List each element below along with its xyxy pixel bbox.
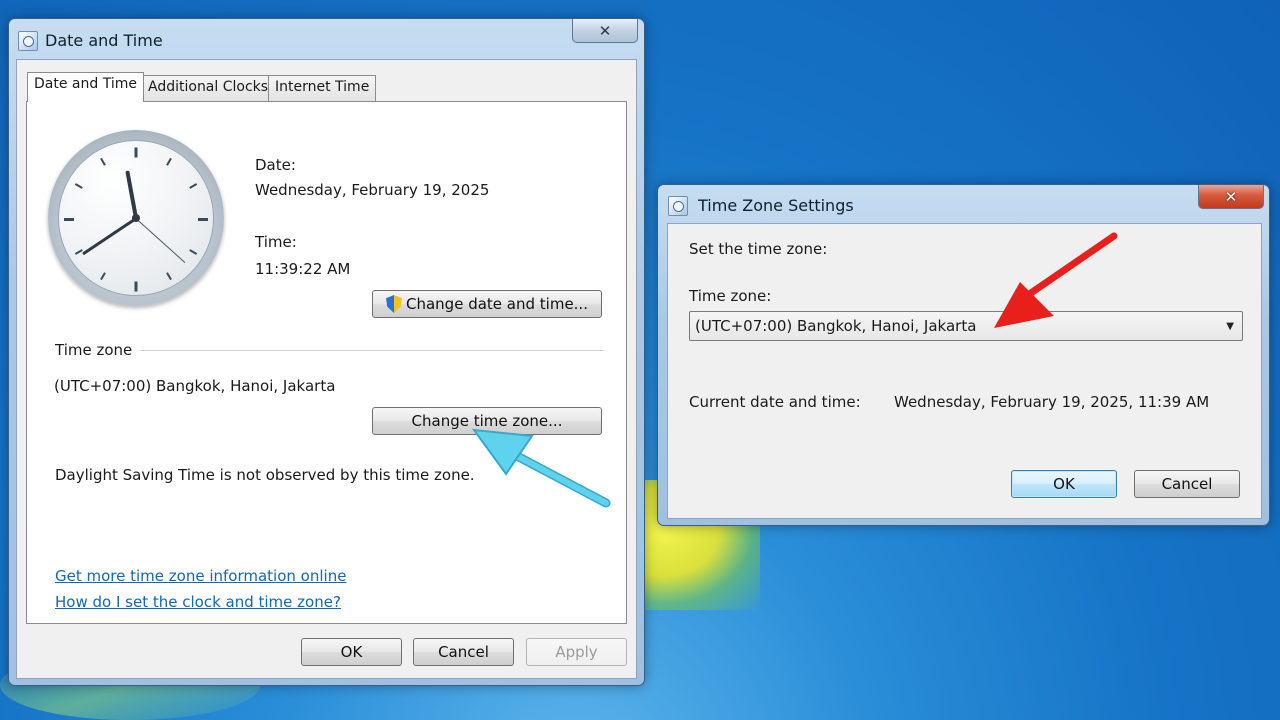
close-icon: ✕ — [1224, 187, 1238, 206]
clock-tick — [134, 147, 138, 158]
selected-time-zone: (UTC+07:00) Bangkok, Hanoi, Jakarta — [695, 317, 977, 335]
ok-button[interactable]: OK — [1011, 470, 1117, 498]
clock-face — [58, 140, 214, 296]
change-date-time-button[interactable]: Change date and time... — [372, 290, 602, 318]
tab-label: Internet Time — [275, 79, 370, 95]
clock-tick — [134, 281, 138, 292]
close-button[interactable]: ✕ — [572, 19, 638, 43]
clock-tick — [100, 157, 106, 166]
section-divider — [140, 350, 604, 351]
current-datetime-value: Wednesday, February 19, 2025, 11:39 AM — [894, 393, 1210, 411]
button-label: Change date and time... — [406, 295, 588, 313]
uac-shield-icon — [386, 295, 402, 313]
titlebar: Time Zone Settings ✕ — [658, 185, 1269, 225]
chevron-down-icon: ▼ — [1226, 321, 1234, 332]
button-label: Apply — [555, 643, 598, 661]
date-time-window: Date and Time ✕ Date and Time Additional… — [8, 18, 645, 686]
clock-tick — [166, 272, 172, 281]
clock-hub — [132, 214, 140, 222]
clock-tick — [64, 218, 74, 221]
dialog-client-area: Date and Time Additional Clocks Internet… — [16, 59, 637, 679]
dialog-client-area: Set the time zone: Time zone: (UTC+07:00… — [667, 223, 1262, 519]
current-datetime-label: Current date and time: — [689, 393, 861, 411]
ok-button[interactable]: OK — [301, 638, 402, 666]
window-title: Time Zone Settings — [698, 196, 854, 215]
timezone-info-link[interactable]: Get more time zone information online — [55, 567, 346, 585]
time-zone-label: Time zone: — [689, 287, 772, 305]
cancel-button[interactable]: Cancel — [1134, 470, 1240, 498]
button-label: Cancel — [438, 643, 489, 661]
clock-tick — [166, 157, 172, 166]
date-time-icon — [668, 196, 688, 216]
tab-date-and-time[interactable]: Date and Time — [27, 72, 144, 102]
hour-hand — [125, 170, 138, 219]
date-value: Wednesday, February 19, 2025 — [255, 181, 490, 199]
button-label: Change time zone... — [411, 412, 563, 430]
time-zone-dropdown[interactable]: (UTC+07:00) Bangkok, Hanoi, Jakarta ▼ — [689, 311, 1243, 341]
clock-tick — [100, 272, 106, 281]
analog-clock — [48, 130, 224, 306]
clock-tick — [74, 183, 83, 189]
time-value: 11:39:22 AM — [255, 260, 351, 278]
second-hand — [135, 217, 186, 263]
time-zone-value: (UTC+07:00) Bangkok, Hanoi, Jakarta — [54, 377, 336, 395]
clock-tick — [198, 218, 208, 221]
change-time-zone-button[interactable]: Change time zone... — [372, 407, 602, 435]
date-label: Date: — [255, 156, 296, 174]
clock-help-link[interactable]: How do I set the clock and time zone? — [55, 593, 341, 611]
button-label: OK — [340, 643, 363, 661]
clock-tick — [189, 249, 198, 255]
tab-additional-clocks[interactable]: Additional Clocks — [141, 75, 276, 101]
close-icon: ✕ — [598, 21, 612, 40]
date-time-icon — [18, 31, 38, 51]
clock-tick — [189, 183, 198, 189]
button-label: OK — [1053, 475, 1075, 493]
minute-hand — [81, 216, 137, 255]
instruction-text: Set the time zone: — [689, 240, 828, 258]
dst-note: Daylight Saving Time is not observed by … — [55, 466, 475, 484]
button-label: Cancel — [1161, 475, 1213, 493]
apply-button[interactable]: Apply — [526, 638, 627, 666]
window-title: Date and Time — [45, 31, 163, 50]
titlebar: Date and Time ✕ — [9, 19, 644, 59]
cancel-button[interactable]: Cancel — [413, 638, 514, 666]
time-zone-section-label: Time zone — [55, 341, 133, 359]
tab-label: Date and Time — [34, 76, 137, 92]
tab-internet-time[interactable]: Internet Time — [268, 75, 377, 101]
time-label: Time: — [255, 233, 297, 251]
time-zone-settings-window: Time Zone Settings ✕ Set the time zone: … — [657, 184, 1270, 526]
close-button[interactable]: ✕ — [1198, 185, 1264, 209]
tab-label: Additional Clocks — [148, 79, 269, 95]
